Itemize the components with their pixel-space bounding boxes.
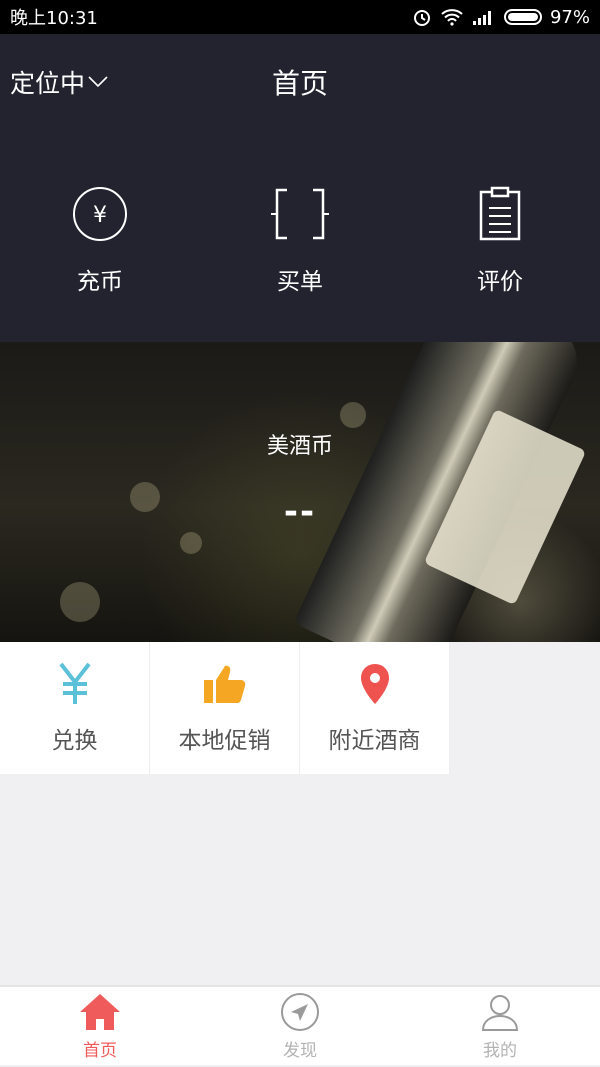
battery-icon	[503, 9, 542, 25]
home-icon	[80, 993, 120, 1030]
signal-icon	[472, 11, 491, 25]
scan-icon	[270, 184, 330, 244]
review-label: 评价	[477, 269, 523, 295]
alarm-icon	[413, 10, 430, 26]
nearby-merchants-button[interactable]: 附近酒商	[300, 642, 450, 774]
recharge-button[interactable]: ¥ 充币	[0, 184, 200, 296]
feature-grid: 兑换 本地促销 附近酒商	[0, 642, 450, 774]
banner-bokeh	[60, 582, 100, 622]
nearby-merchants-label: 附近酒商	[328, 728, 421, 754]
thumbs-up-icon	[202, 661, 248, 707]
compass-icon	[281, 992, 319, 1031]
local-promotions-button[interactable]: 本地促销	[150, 642, 300, 774]
quick-actions: ¥ 充币 买单 评价	[0, 184, 600, 296]
status-bar: 晚上10:31 97%	[0, 0, 600, 34]
banner-bokeh	[340, 402, 366, 428]
nav-home-label: 首页	[83, 1040, 117, 1061]
wifi-icon	[441, 9, 463, 26]
nav-discover[interactable]: 发现	[200, 987, 400, 1065]
clipboard-icon	[470, 184, 530, 244]
nav-profile-label: 我的	[483, 1040, 517, 1061]
pay-bill-button[interactable]: 买单	[200, 184, 400, 296]
bottom-nav: 首页 发现 我的	[0, 985, 600, 1065]
banner-bokeh	[180, 532, 202, 554]
exchange-label: 兑换	[51, 728, 98, 754]
recharge-label: 充币	[77, 269, 123, 295]
map-pin-icon	[352, 661, 398, 707]
status-icons: 97%	[412, 7, 590, 28]
local-promotions-label: 本地促销	[178, 728, 271, 754]
wine-coin-banner: 美酒币 --	[0, 342, 600, 642]
nav-home[interactable]: 首页	[0, 987, 200, 1065]
nav-discover-label: 发现	[283, 1040, 317, 1061]
pay-bill-label: 买单	[277, 269, 323, 295]
wine-coin-value: --	[283, 492, 317, 532]
battery-percent: 97%	[549, 6, 590, 28]
nav-profile[interactable]: 我的	[400, 987, 600, 1065]
page-title: 首页	[271, 67, 328, 100]
wine-coin-title: 美酒币	[266, 434, 333, 459]
exchange-button[interactable]: 兑换	[0, 642, 150, 774]
user-icon	[481, 994, 519, 1031]
svg-text:¥: ¥	[93, 203, 107, 228]
yen-icon	[52, 661, 98, 707]
review-button[interactable]: 评价	[400, 184, 600, 296]
header: 定位中 首页 ¥ 充币 买单 评价	[0, 34, 600, 342]
yen-circle-icon: ¥	[70, 184, 130, 244]
status-time: 晚上10:31	[10, 8, 98, 29]
